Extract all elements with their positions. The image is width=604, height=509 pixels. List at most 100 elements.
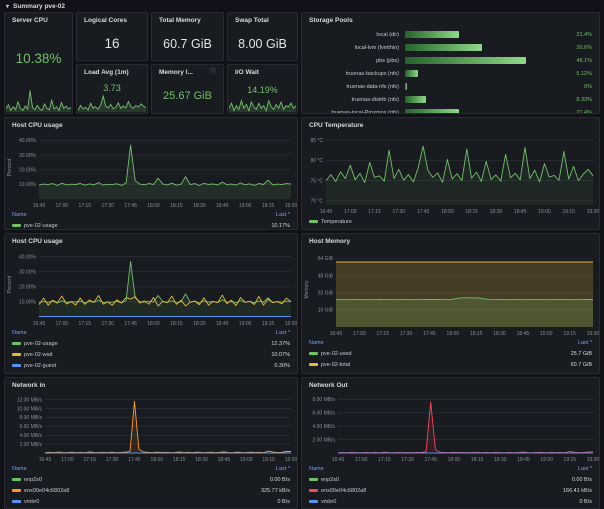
legend-col-last[interactable]: Last *: [276, 212, 290, 218]
chevron-down-icon[interactable]: ▾: [6, 3, 9, 10]
legend-row[interactable]: enx00e04c6802a8325.77 kB/s: [12, 485, 290, 496]
legend-col-last[interactable]: Last *: [578, 340, 592, 346]
storage-pool-row[interactable]: truenas-backups (nfs)5.12%: [309, 67, 592, 80]
svg-text:16:45: 16:45: [33, 321, 46, 327]
svg-text:17:15: 17:15: [79, 321, 92, 327]
series-color-swatch: [12, 342, 21, 345]
svg-text:18:30: 18:30: [490, 209, 503, 215]
host-memory-chart[interactable]: 16 GiB32 GiB48 GiB64 GiB16:4517:0017:151…: [302, 248, 599, 338]
svg-text:18:00: 18:00: [441, 209, 454, 215]
legend-col-last[interactable]: Last *: [276, 466, 290, 472]
pool-usage-value: 0%: [556, 84, 592, 90]
legend-col-name[interactable]: Name: [309, 466, 324, 472]
svg-text:17:45: 17:45: [124, 321, 137, 327]
legend-header: Name Last *: [309, 464, 592, 474]
cpu-temperature-chart[interactable]: 70 °C75 °C80 °C85 °C16:4517:0017:1517:30…: [302, 132, 599, 216]
dashboard-row-header[interactable]: ▾ Summary pve-02: [6, 1, 65, 11]
chart-canvas[interactable]: 10.00%20.00%30.00%40.00%16:4517:0017:151…: [5, 248, 297, 328]
legend-row[interactable]: pve-02-usage12.37%: [12, 338, 290, 349]
series-name: enx00e04c6802a8: [321, 488, 366, 494]
series-last-value: 325.77 kB/s: [261, 488, 290, 494]
svg-text:19:00: 19:00: [239, 203, 252, 209]
svg-text:12.00 MB/s: 12.00 MB/s: [17, 397, 43, 403]
svg-text:17:45: 17:45: [424, 457, 437, 463]
svg-text:19:00: 19:00: [239, 321, 252, 327]
series-name: pve-02-guest: [24, 363, 56, 369]
storage-pool-row[interactable]: truenas-distrib (nfs)8.33%: [309, 93, 592, 106]
svg-text:4.00 MB/s: 4.00 MB/s: [312, 424, 335, 430]
chart-canvas[interactable]: 70 °C75 °C80 °C85 °C16:4517:0017:1517:30…: [302, 132, 599, 216]
legend-row[interactable]: vmbr00 B/s: [12, 496, 290, 507]
pool-label: local (dir): [309, 32, 405, 38]
series-name: pve-02-wait: [24, 352, 52, 358]
panel-title: Host CPU usage: [12, 119, 63, 132]
legend-row[interactable]: Temperature: [309, 216, 592, 227]
panel-network-out: Network Out 2.00 MB/s4.00 MB/s6.00 MB/s8…: [301, 377, 600, 509]
legend-header: Name Last *: [12, 464, 290, 474]
svg-text:17:15: 17:15: [83, 457, 96, 463]
legend-row[interactable]: pve-02-usage10.17%: [12, 220, 290, 230]
legend-col-name[interactable]: Name: [309, 340, 324, 346]
svg-text:17:45: 17:45: [124, 203, 137, 209]
network-in-chart[interactable]: 2.00 MB/s4.00 MB/s6.00 MB/s8.00 MB/s10.0…: [5, 392, 297, 464]
svg-text:17:45: 17:45: [423, 331, 436, 337]
legend-row[interactable]: pve-02-wait10.07%: [12, 349, 290, 360]
legend-row[interactable]: enx00e04c6802a8166.41 kB/s: [309, 485, 592, 496]
pool-usage-value: 48.1%: [556, 58, 592, 64]
chart-canvas[interactable]: 2.00 MB/s4.00 MB/s6.00 MB/s8.00 MB/s10.0…: [5, 392, 297, 464]
svg-text:19:30: 19:30: [587, 331, 599, 337]
svg-text:40.00%: 40.00%: [19, 138, 37, 144]
info-icon[interactable]: ⓘ: [210, 66, 216, 79]
network-out-chart[interactable]: 2.00 MB/s4.00 MB/s6.00 MB/s8.00 MB/s16:4…: [302, 392, 599, 464]
host-cpu-usage-chart[interactable]: 10.00%20.00%30.00%40.00%16:4517:0017:151…: [5, 132, 297, 210]
chart-canvas[interactable]: 10.00%20.00%30.00%40.00%16:4517:0017:151…: [5, 132, 297, 210]
svg-text:10.00%: 10.00%: [19, 182, 37, 188]
stat-value-load-avg: 3.73: [103, 83, 121, 93]
svg-text:20.00%: 20.00%: [19, 285, 37, 291]
svg-text:64 GiB: 64 GiB: [318, 256, 334, 262]
svg-text:6.00 MB/s: 6.00 MB/s: [19, 424, 42, 430]
legend-row[interactable]: pve-02-guest0.30%: [12, 360, 290, 371]
storage-pool-row[interactable]: truenas-data-nfs (nfs)0%: [309, 80, 592, 93]
panel-title: Host Memory: [309, 235, 350, 248]
storage-pool-row[interactable]: local-lvm (lvmthin)30.6%: [309, 41, 592, 54]
legend-col-name[interactable]: Name: [12, 466, 27, 472]
stat-value-total-memory: 60.7 GiB: [163, 37, 212, 51]
chart-canvas[interactable]: 16 GiB32 GiB48 GiB64 GiB16:4517:0017:151…: [302, 248, 599, 338]
legend-col-name[interactable]: Name: [12, 212, 27, 218]
svg-text:19:15: 19:15: [564, 457, 577, 463]
legend-col-last[interactable]: Last *: [578, 466, 592, 472]
series-name: enp2s0: [321, 477, 339, 483]
svg-text:17:15: 17:15: [378, 457, 391, 463]
svg-text:16 GiB: 16 GiB: [318, 308, 334, 314]
svg-text:18:45: 18:45: [218, 457, 231, 463]
legend-row[interactable]: enp2s00.00 B/s: [12, 474, 290, 485]
svg-text:17:00: 17:00: [61, 457, 74, 463]
pool-bar-track: [405, 31, 556, 38]
svg-text:4.00 MB/s: 4.00 MB/s: [19, 433, 42, 439]
pool-label: truenas-local-Proxmox (nfs): [309, 110, 405, 115]
series-color-swatch: [309, 500, 318, 503]
legend-col-name[interactable]: Name: [12, 330, 27, 336]
svg-text:18:15: 18:15: [470, 331, 483, 337]
panel-title: Total Memory: [159, 14, 201, 27]
legend-row[interactable]: pve-02-total60.7 GiB: [309, 359, 592, 370]
svg-text:18:00: 18:00: [147, 321, 160, 327]
svg-text:8.00 MB/s: 8.00 MB/s: [19, 415, 42, 421]
chart-legend: Name Last * enp2s0 0.00 B/s enx00e04c6802a81…: [302, 464, 599, 507]
svg-text:80 °C: 80 °C: [310, 158, 323, 164]
series-last-value: 0.00 B/s: [572, 477, 592, 483]
legend-row[interactable]: vmbr00 B/s: [309, 496, 592, 507]
storage-pool-row[interactable]: pbs (pbs) 48.1%: [309, 54, 592, 67]
legend-row[interactable]: enp2s0 0.00 B/s: [309, 474, 592, 485]
storage-pool-row[interactable]: local (dir)21.4%: [309, 28, 592, 41]
legend-row[interactable]: pve-02-used25.7 GiB: [309, 348, 592, 359]
host-cpu-usage-detail-chart[interactable]: 10.00%20.00%30.00%40.00%16:4517:0017:151…: [5, 248, 297, 328]
storage-pool-row[interactable]: truenas-local-Proxmox (nfs)21.4%: [309, 106, 592, 114]
panel-title: Memory I...: [159, 66, 193, 79]
chart-canvas[interactable]: 2.00 MB/s4.00 MB/s6.00 MB/s8.00 MB/s16:4…: [302, 392, 599, 464]
svg-text:17:30: 17:30: [393, 209, 406, 215]
pool-label: pbs (pbs): [309, 58, 405, 64]
legend-col-last[interactable]: Last *: [276, 330, 290, 336]
series-name: vmbr0: [321, 499, 336, 505]
